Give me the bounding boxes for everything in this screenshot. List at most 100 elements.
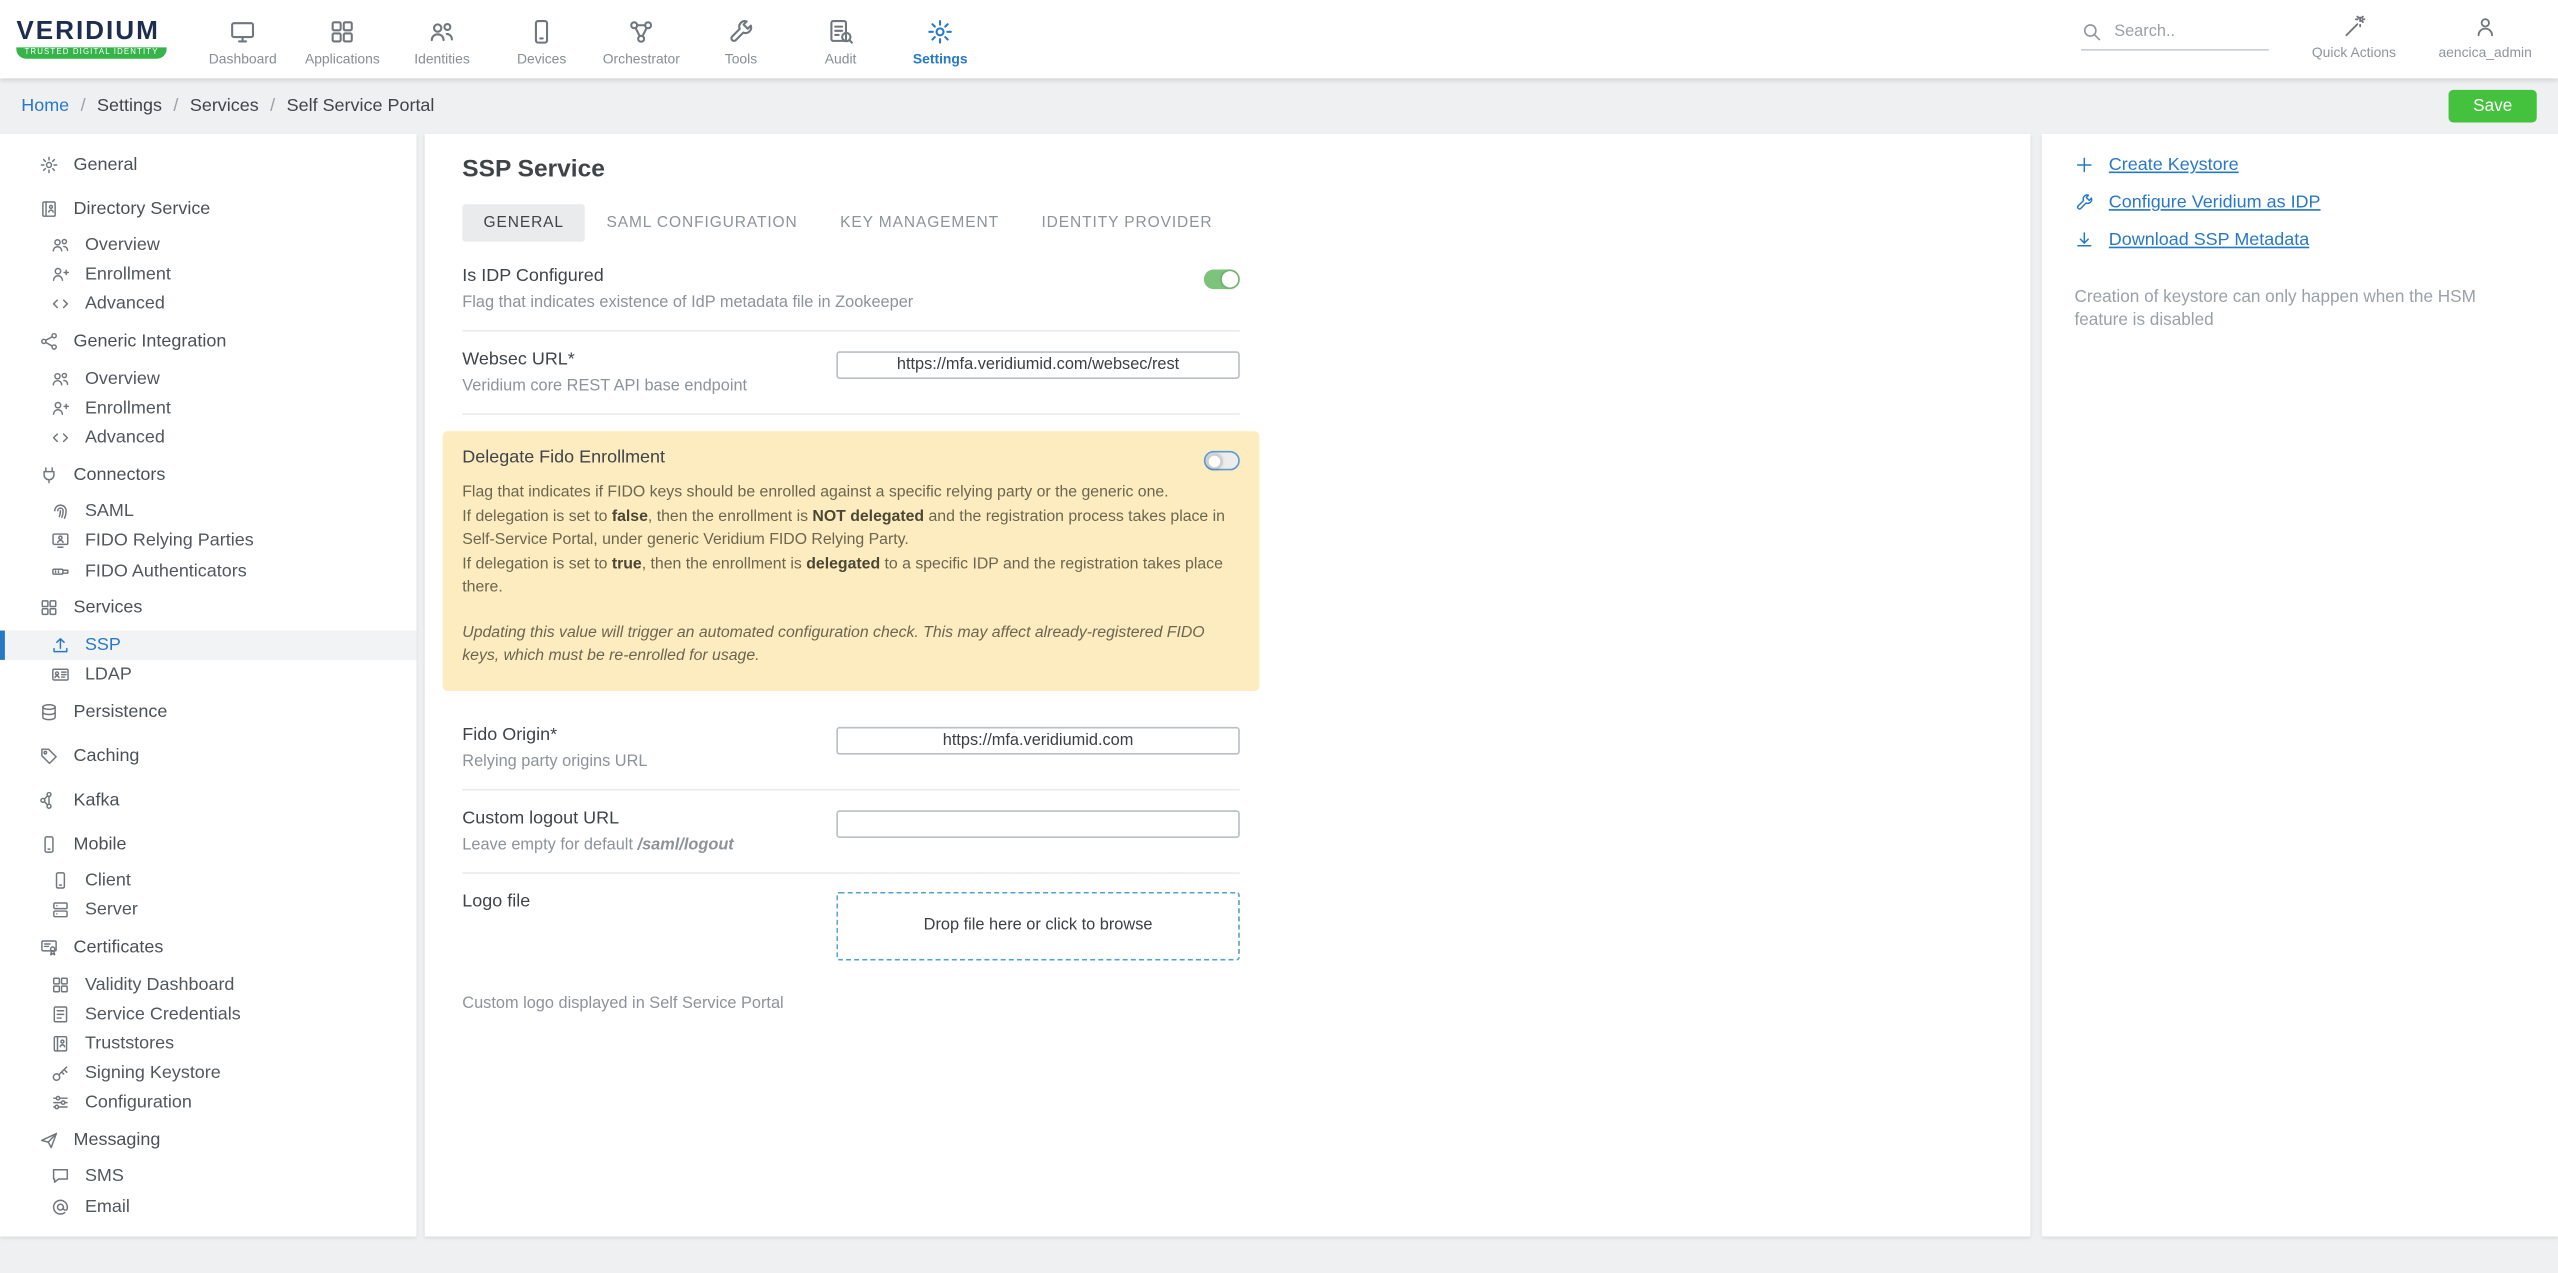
sidebar-item-label: Configuration xyxy=(85,1093,192,1113)
sidebar-item-enrollment[interactable]: Enrollment xyxy=(0,260,417,290)
sidebar-item-caching[interactable]: Caching xyxy=(0,734,417,778)
sidebar-item-advanced[interactable]: Advanced xyxy=(0,423,417,453)
tab-bar: GENERALSAML CONFIGURATIONKEY MANAGEMENTI… xyxy=(462,204,1993,242)
database-icon xyxy=(39,702,59,722)
nav-item-tools[interactable]: Tools xyxy=(691,12,791,66)
breadcrumb-home[interactable]: Home xyxy=(21,96,69,116)
nav-item-identities[interactable]: Identities xyxy=(392,12,492,66)
tab-identity-provider[interactable]: IDENTITY PROVIDER xyxy=(1020,204,1234,242)
field-is-idp-configured: Is IDP Configured Flag that indicates ex… xyxy=(462,248,1240,331)
sidebar-item-ldap[interactable]: LDAP xyxy=(0,660,417,690)
download-ssp-metadata-link[interactable]: Download SSP Metadata xyxy=(2074,230,2525,250)
sidebar-item-saml[interactable]: SAML xyxy=(0,497,417,527)
sidebar-item-label: Email xyxy=(85,1197,130,1217)
sidebar-item-label: FIDO Relying Parties xyxy=(85,532,254,552)
wrench-icon xyxy=(2074,193,2094,213)
usb-icon xyxy=(51,561,71,581)
websec-url-input[interactable] xyxy=(836,351,1239,379)
sidebar-item-enrollment[interactable]: Enrollment xyxy=(0,393,417,423)
brand-logo: VERIDIUM TRUSTED DIGITAL IDENTITY xyxy=(16,19,166,59)
custom-logout-url-input[interactable] xyxy=(836,810,1239,838)
breadcrumb-services[interactable]: Services xyxy=(190,96,259,116)
save-button[interactable]: Save xyxy=(2449,90,2537,123)
breadcrumb-settings[interactable]: Settings xyxy=(97,96,162,116)
create-keystore-link[interactable]: Create Keystore xyxy=(2074,155,2525,175)
nav-item-orchestrator[interactable]: Orchestrator xyxy=(591,12,691,66)
search-input[interactable] xyxy=(2114,23,2269,41)
sidebar-item-fido-authenticators[interactable]: FIDO Authenticators xyxy=(0,556,417,586)
sidebar-item-configuration[interactable]: Configuration xyxy=(0,1088,417,1118)
tab-general[interactable]: GENERAL xyxy=(462,204,585,242)
field-label: Fido Origin* xyxy=(462,725,647,745)
sidebar-item-kafka[interactable]: Kafka xyxy=(0,778,417,822)
sidebar-item-service-credentials[interactable]: Service Credentials xyxy=(0,999,417,1029)
nav-item-devices[interactable]: Devices xyxy=(492,12,592,66)
sidebar-item-generic-integration[interactable]: Generic Integration xyxy=(0,319,417,363)
sidebar-item-advanced[interactable]: Advanced xyxy=(0,290,417,320)
sidebar-item-mobile[interactable]: Mobile xyxy=(0,822,417,866)
sidebar-item-server[interactable]: Server xyxy=(0,896,417,926)
delegate-fido-header: Delegate Fido Enrollment xyxy=(462,448,1240,471)
sidebar-item-client[interactable]: Client xyxy=(0,866,417,896)
configure-veridium-as-idp-link[interactable]: Configure Veridium as IDP xyxy=(2074,193,2525,213)
veridium-admin-console: VERIDIUM TRUSTED DIGITAL IDENTITY Dashbo… xyxy=(0,0,2558,1272)
sidebar-item-messaging[interactable]: Messaging xyxy=(0,1118,417,1162)
delegate-description-line: Flag that indicates if FIDO keys should … xyxy=(462,482,1240,506)
tab-saml-configuration[interactable]: SAML CONFIGURATION xyxy=(585,204,819,242)
quick-actions-button[interactable]: Quick Actions xyxy=(2312,15,2396,64)
actions-panel: Create Keystore Configure Veridium as IDP… xyxy=(2042,134,2558,1237)
sidebar-item-label: FIDO Authenticators xyxy=(85,561,247,581)
sidebar-item-label: Enrollment xyxy=(85,265,171,285)
delegate-description-line: If delegation is set to false, then the … xyxy=(462,506,1240,554)
sidebar-item-label: Overview xyxy=(85,235,160,255)
nav-item-settings[interactable]: Settings xyxy=(890,12,990,66)
user-menu[interactable]: aencica_admin xyxy=(2438,15,2531,64)
sliders-icon xyxy=(51,1093,71,1113)
sidebar-item-persistence[interactable]: Persistence xyxy=(0,689,417,733)
nav-item-audit[interactable]: Audit xyxy=(791,12,891,66)
is-idp-configured-toggle[interactable] xyxy=(1204,270,1240,290)
tab-key-management[interactable]: KEY MANAGEMENT xyxy=(819,204,1020,242)
sidebar-item-ssp[interactable]: SSP xyxy=(0,630,417,660)
breadcrumb-bar: Home/Settings/Services/Self Service Port… xyxy=(0,78,2558,134)
upload-icon xyxy=(51,635,71,655)
sidebar-item-overview[interactable]: Overview xyxy=(0,364,417,394)
sidebar-item-directory-service[interactable]: Directory Service xyxy=(0,186,417,230)
delegate-fido-toggle[interactable] xyxy=(1204,451,1240,471)
delegate-fido-description: Flag that indicates if FIDO keys should … xyxy=(462,482,1240,601)
nav-item-label: Settings xyxy=(913,50,968,66)
sidebar-item-label: Mobile xyxy=(74,834,127,854)
sidebar-item-services[interactable]: Services xyxy=(0,586,417,630)
hub-icon xyxy=(39,790,59,810)
sidebar-item-label: Generic Integration xyxy=(74,332,227,352)
chat-icon xyxy=(51,1167,71,1187)
sidebar-item-label: Enrollment xyxy=(85,398,171,418)
sidebar-item-connectors[interactable]: Connectors xyxy=(0,453,417,497)
action-link-label: Create Keystore xyxy=(2109,155,2239,175)
breadcrumb: Home/Settings/Services/Self Service Port… xyxy=(21,96,434,116)
sidebar-item-general[interactable]: General xyxy=(0,142,417,186)
grid-icon xyxy=(39,598,59,618)
field-custom-logout-url: Custom logout URL Leave empty for defaul… xyxy=(462,790,1240,873)
sidebar-item-label: Signing Keystore xyxy=(85,1064,221,1084)
sidebar-item-sms[interactable]: SMS xyxy=(0,1162,417,1192)
nav-item-dashboard[interactable]: Dashboard xyxy=(193,12,293,66)
logo-dropzone[interactable]: Drop file here or click to browse xyxy=(836,892,1239,961)
nav-item-label: Devices xyxy=(517,50,566,66)
sidebar-item-fido-relying-parties[interactable]: FIDO Relying Parties xyxy=(0,526,417,556)
sidebar-item-truststores[interactable]: Truststores xyxy=(0,1029,417,1059)
action-link-label: Download SSP Metadata xyxy=(2109,230,2309,250)
sidebar-item-certificates[interactable]: Certificates xyxy=(0,925,417,969)
nav-item-applications[interactable]: Applications xyxy=(293,12,393,66)
sidebar-item-overview[interactable]: Overview xyxy=(0,230,417,260)
breadcrumb-self-service-portal: Self Service Portal xyxy=(287,96,435,116)
plus-icon xyxy=(2074,155,2094,175)
download-icon xyxy=(2074,230,2094,250)
sidebar-item-signing-keystore[interactable]: Signing Keystore xyxy=(0,1058,417,1088)
user-plus-icon xyxy=(51,398,71,418)
sidebar-item-label: Overview xyxy=(85,369,160,389)
fido-origin-input[interactable] xyxy=(836,727,1239,755)
sidebar-item-validity-dashboard[interactable]: Validity Dashboard xyxy=(0,969,417,999)
keystore-hsm-note: Creation of keystore can only happen whe… xyxy=(2074,286,2525,332)
sidebar-item-email[interactable]: Email xyxy=(0,1192,417,1222)
